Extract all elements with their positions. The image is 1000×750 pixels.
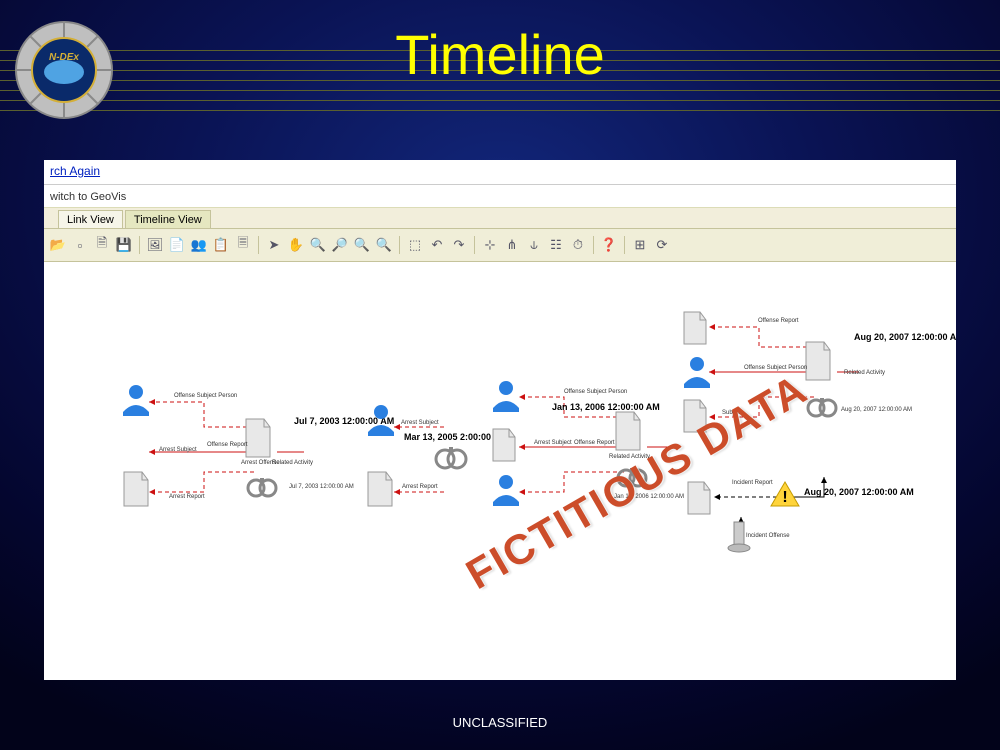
redo-icon[interactable]: ↷ <box>449 235 469 255</box>
toolbar-separator <box>399 236 400 254</box>
pointer-icon[interactable]: ➤ <box>264 235 284 255</box>
users-icon[interactable]: 👥 <box>189 235 209 255</box>
toolbar-separator <box>139 236 140 254</box>
handcuffs-icon <box>614 462 650 495</box>
document-icon <box>680 310 710 351</box>
event1-date2: Jul 7, 2003 12:00:00 AM <box>289 484 354 490</box>
toolbar-separator <box>474 236 475 254</box>
refresh-icon[interactable]: ⟳ <box>652 235 672 255</box>
event3-date2: Jan 13, 2006 12:00:00 AM <box>614 494 684 500</box>
lbl-incident-report: Incident Report <box>732 480 773 486</box>
toolbar-separator <box>624 236 625 254</box>
lbl-related-activity: Related Activity <box>272 460 313 466</box>
toolbar-separator <box>258 236 259 254</box>
document-icon <box>612 410 644 457</box>
person-icon <box>119 382 153 421</box>
hier-icon[interactable]: ⋔ <box>502 235 522 255</box>
undo-icon[interactable]: ↶ <box>427 235 447 255</box>
lbl-arrest-report2: Arrest Report <box>402 484 438 490</box>
lbl-subject4: Subject <box>722 410 742 416</box>
lbl-arrest-subject: Arrest Subject <box>159 447 197 453</box>
switch-geovis-link[interactable]: witch to GeoVis <box>44 185 956 208</box>
layout-icon[interactable]: ⬚ <box>405 235 425 255</box>
hand-icon[interactable]: ✋ <box>286 235 306 255</box>
lbl-offense-subject3: Offense Subject Person <box>564 389 627 395</box>
event4-date2: Aug 20, 2007 12:00:00 AM <box>804 487 914 497</box>
time-icon[interactable]: ⏱ <box>568 235 588 255</box>
document-icon <box>364 470 396 513</box>
zoom-out-icon[interactable]: 🔍 <box>308 235 328 255</box>
tree-icon[interactable]: ⊹ <box>480 235 500 255</box>
lbl-offense-report: Offense Report <box>207 442 248 448</box>
document-icon <box>489 427 519 468</box>
document-icon <box>680 398 710 439</box>
tab-timeline-view[interactable]: Timeline View <box>125 210 211 228</box>
handcuffs-icon <box>244 472 280 505</box>
blank-icon[interactable]: ▫ <box>70 235 90 255</box>
person-icon <box>489 472 523 511</box>
handcuffs-icon <box>804 392 840 425</box>
zoom-fit-icon[interactable]: 🔍 <box>352 235 372 255</box>
lbl-offense-report4: Offense Report <box>758 318 799 324</box>
document-icon <box>242 417 274 464</box>
person-icon <box>364 402 398 441</box>
slide: N-DEx Timeline rch Again witch to GeoVis… <box>0 0 1000 750</box>
zoom-in-icon[interactable]: 🔎 <box>330 235 350 255</box>
lbl-arrest-report: Arrest Report <box>169 494 205 500</box>
graph-icon[interactable]: ☷ <box>546 235 566 255</box>
new-icon[interactable]: 📂 <box>48 235 68 255</box>
help-icon[interactable]: ❓ <box>599 235 619 255</box>
event3-date: Jan 13, 2006 12:00:00 AM <box>552 402 660 412</box>
document-icon <box>120 470 152 513</box>
person-icon <box>489 378 523 417</box>
handcuffs-icon <box>432 442 470 477</box>
document-icon <box>684 480 714 521</box>
page-title: Timeline <box>0 22 1000 87</box>
document-icon <box>802 340 834 387</box>
lbl-offense-subject: Offense Subject Person <box>174 393 237 399</box>
grid-icon[interactable]: ⊞ <box>630 235 650 255</box>
chart-icon[interactable]: ⫝ <box>524 235 544 255</box>
toolbar-separator <box>593 236 594 254</box>
lbl-related-activity3: Related Activity <box>609 454 650 460</box>
tab-link-view[interactable]: Link View <box>58 210 123 228</box>
warning-icon: ! <box>769 480 801 515</box>
lbl-arrest-subject2: Arrest Subject <box>401 420 439 426</box>
pdf-icon[interactable]: 📄 <box>167 235 187 255</box>
lbl-offense-subject4: Offense Subject Person <box>744 365 807 371</box>
search-again-link[interactable]: rch Again <box>50 164 100 178</box>
lbl-offense-report3: Offense Report <box>574 440 615 446</box>
app-panel: rch Again witch to GeoVis Link View Time… <box>44 160 956 680</box>
clipboard-icon[interactable]: 📋 <box>211 235 231 255</box>
app-top: rch Again <box>44 160 956 180</box>
image-icon[interactable]: 🖼 <box>145 235 165 255</box>
svg-text:!: ! <box>782 489 787 506</box>
view-tabs: Link View Timeline View <box>44 208 956 229</box>
lbl-related-activity4: Related Activity <box>844 370 885 376</box>
zoom-area-icon[interactable]: 🔍 <box>374 235 394 255</box>
timeline-canvas[interactable]: Jul 7, 2003 12:00:00 AM Offense Subject … <box>44 262 956 680</box>
event4-date1: Aug 20, 2007 12:00:00 AM <box>841 407 912 413</box>
toolbar: 📂▫🗎💾🖼📄👥📋🗏➤✋🔍🔎🔍🔍⬚↶↷⊹⋔⫝☷⏱❓⊞⟳ <box>44 229 956 262</box>
classification-footer: UNCLASSIFIED <box>0 715 1000 730</box>
save-icon[interactable]: 💾 <box>114 235 134 255</box>
doc-icon[interactable]: 🗎 <box>92 235 112 255</box>
event4-date0: Aug 20, 2007 12:00:00 AM <box>854 332 956 342</box>
person-icon <box>680 354 714 393</box>
lbl-incident-offense: Incident Offense <box>746 533 790 539</box>
page-icon[interactable]: 🗏 <box>233 235 253 255</box>
lbl-arrest-subject3: Arrest Subject <box>534 440 572 446</box>
